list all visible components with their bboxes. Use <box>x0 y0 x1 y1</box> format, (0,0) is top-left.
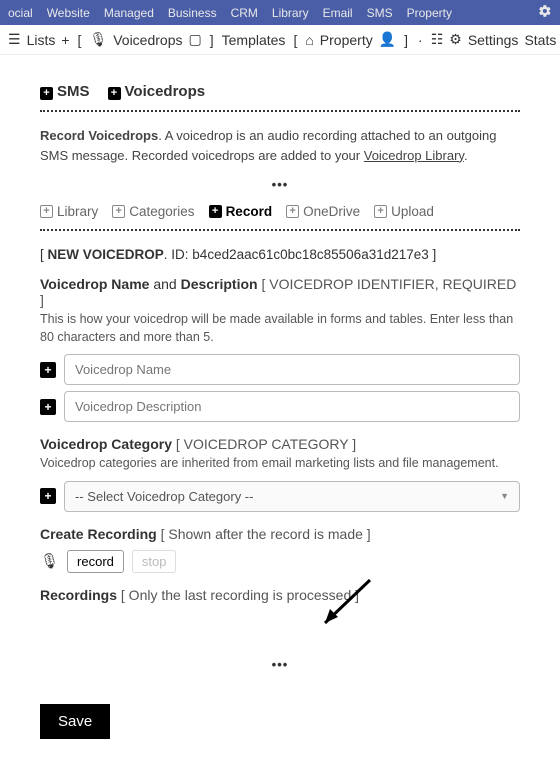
bracket-close: ] <box>210 32 214 48</box>
subnav-property[interactable]: Property <box>320 32 373 48</box>
cat-title: Voicedrop Category <box>40 436 172 452</box>
top-nav: ocial Website Managed Business CRM Libra… <box>0 0 560 25</box>
save-button[interactable]: Save <box>40 704 110 739</box>
subnav-voicedrops[interactable]: Voicedrops <box>113 32 182 48</box>
user-icon[interactable]: 👤 <box>379 31 396 48</box>
gear-icon[interactable] <box>538 4 552 21</box>
bracket-close-2: ] <box>404 32 408 48</box>
tab-record[interactable]: +Record <box>209 204 273 219</box>
subnav-settings[interactable]: Settings <box>468 32 519 48</box>
new-voicedrop-line: [ NEW VOICEDROP. ID: b4ced2aac61c0bc18c8… <box>40 247 520 262</box>
plus-outline-icon: + <box>112 205 125 218</box>
voicedrop-name-input[interactable] <box>64 354 520 385</box>
record-button[interactable]: record <box>67 550 124 573</box>
new-voicedrop-label: NEW VOICEDROP <box>48 247 164 262</box>
nav-library[interactable]: Library <box>272 6 309 20</box>
select-placeholder: -- Select Voicedrop Category -- <box>75 489 253 504</box>
nav-managed[interactable]: Managed <box>104 6 154 20</box>
voicedrop-desc-input[interactable] <box>64 391 520 422</box>
recordings-title: Recordings <box>40 587 117 603</box>
plus-box-icon: + <box>108 87 121 100</box>
recordings-section-title: Recordings [ Only the last recording is … <box>40 587 520 603</box>
nav-business[interactable]: Business <box>168 6 217 20</box>
name-section-title: Voicedrop Name and Description [ VOICEDR… <box>40 276 520 308</box>
header-voicedrops[interactable]: +Voicedrops <box>108 83 206 100</box>
voicedrop-library-link[interactable]: Voicedrop Library <box>364 148 464 163</box>
bars-icon[interactable]: ☷ <box>431 31 444 48</box>
bracket-open-2: [ <box>293 32 297 48</box>
tab-row: +Library +Categories +Record +OneDrive +… <box>40 204 520 219</box>
rec-title: Create Recording <box>40 526 157 542</box>
tab-upload[interactable]: +Upload <box>374 204 434 219</box>
stop-button: stop <box>132 550 177 573</box>
nav-email[interactable]: Email <box>323 6 353 20</box>
divider <box>40 229 520 231</box>
plus-outline-icon: + <box>286 205 299 218</box>
bracket-open: [ <box>78 32 82 48</box>
category-section-title: Voicedrop Category [ VOICEDROP CATEGORY … <box>40 436 520 452</box>
home-icon: ⌂ <box>305 32 313 48</box>
tab-onedrive[interactable]: +OneDrive <box>286 204 360 219</box>
main-content: +SMS +Voicedrops Record Voicedrops. A vo… <box>0 55 560 759</box>
subnav-stats[interactable]: Stats <box>524 32 556 48</box>
cat-bracket: [ VOICEDROP CATEGORY ] <box>176 436 356 452</box>
chevron-down-icon: ▼ <box>500 491 509 501</box>
nav-property[interactable]: Property <box>407 6 452 20</box>
name-help: This is how your voicedrop will be made … <box>40 311 520 346</box>
mic-icon: 🎙 <box>89 31 107 48</box>
add-category-button[interactable]: + <box>40 488 56 504</box>
plus-box-icon: + <box>209 205 222 218</box>
intro-paragraph: Record Voicedrops. A voicedrop is an aud… <box>40 126 520 165</box>
title-desc: Description <box>181 276 258 292</box>
ellipsis-icon[interactable]: ••• <box>40 657 520 672</box>
voicedrop-id: b4ced2aac61c0bc18c85506a31d217e3 <box>192 247 428 262</box>
nav-crm[interactable]: CRM <box>231 6 258 20</box>
title-name: Voicedrop Name <box>40 276 149 292</box>
list-icon[interactable]: ☰ <box>8 31 21 48</box>
header-sms[interactable]: +SMS <box>40 83 90 100</box>
voicedrop-category-select[interactable]: -- Select Voicedrop Category -- ▼ <box>64 481 520 512</box>
dot-sep: · <box>418 32 423 48</box>
add-name-button[interactable]: + <box>40 362 56 378</box>
tab-categories[interactable]: +Categories <box>112 204 194 219</box>
arrow-annotation <box>40 605 520 645</box>
page-header: +SMS +Voicedrops <box>40 83 520 100</box>
nav-social[interactable]: ocial <box>8 6 33 20</box>
recording-section-title: Create Recording [ Shown after the recor… <box>40 526 520 542</box>
plus-icon[interactable]: + <box>61 32 69 48</box>
subnav-templates[interactable]: Templates <box>222 32 286 48</box>
title-mid: and <box>149 276 180 292</box>
sub-nav: ☰ Lists + [ 🎙 Voicedrops ▢ ] Templates [… <box>0 25 560 55</box>
tab-library[interactable]: +Library <box>40 204 98 219</box>
add-desc-button[interactable]: + <box>40 399 56 415</box>
gear-icon-2[interactable]: ⚙ <box>449 31 462 48</box>
nav-sms[interactable]: SMS <box>367 6 393 20</box>
rec-bracket: [ Shown after the record is made ] <box>161 526 371 542</box>
subnav-lists[interactable]: Lists <box>27 32 56 48</box>
external-icon[interactable]: ▢ <box>189 31 202 48</box>
arrow-icon <box>310 575 380 635</box>
microphone-icon: 🎙 <box>40 552 59 570</box>
intro-lead: Record Voicedrops <box>40 128 158 143</box>
id-label: . ID: <box>164 247 193 262</box>
plus-outline-icon: + <box>374 205 387 218</box>
divider <box>40 110 520 112</box>
cat-help: Voicedrop categories are inherited from … <box>40 455 520 473</box>
plus-outline-icon: + <box>40 205 53 218</box>
ellipsis-icon[interactable]: ••• <box>40 177 520 192</box>
nav-website[interactable]: Website <box>47 6 90 20</box>
plus-box-icon: + <box>40 87 53 100</box>
